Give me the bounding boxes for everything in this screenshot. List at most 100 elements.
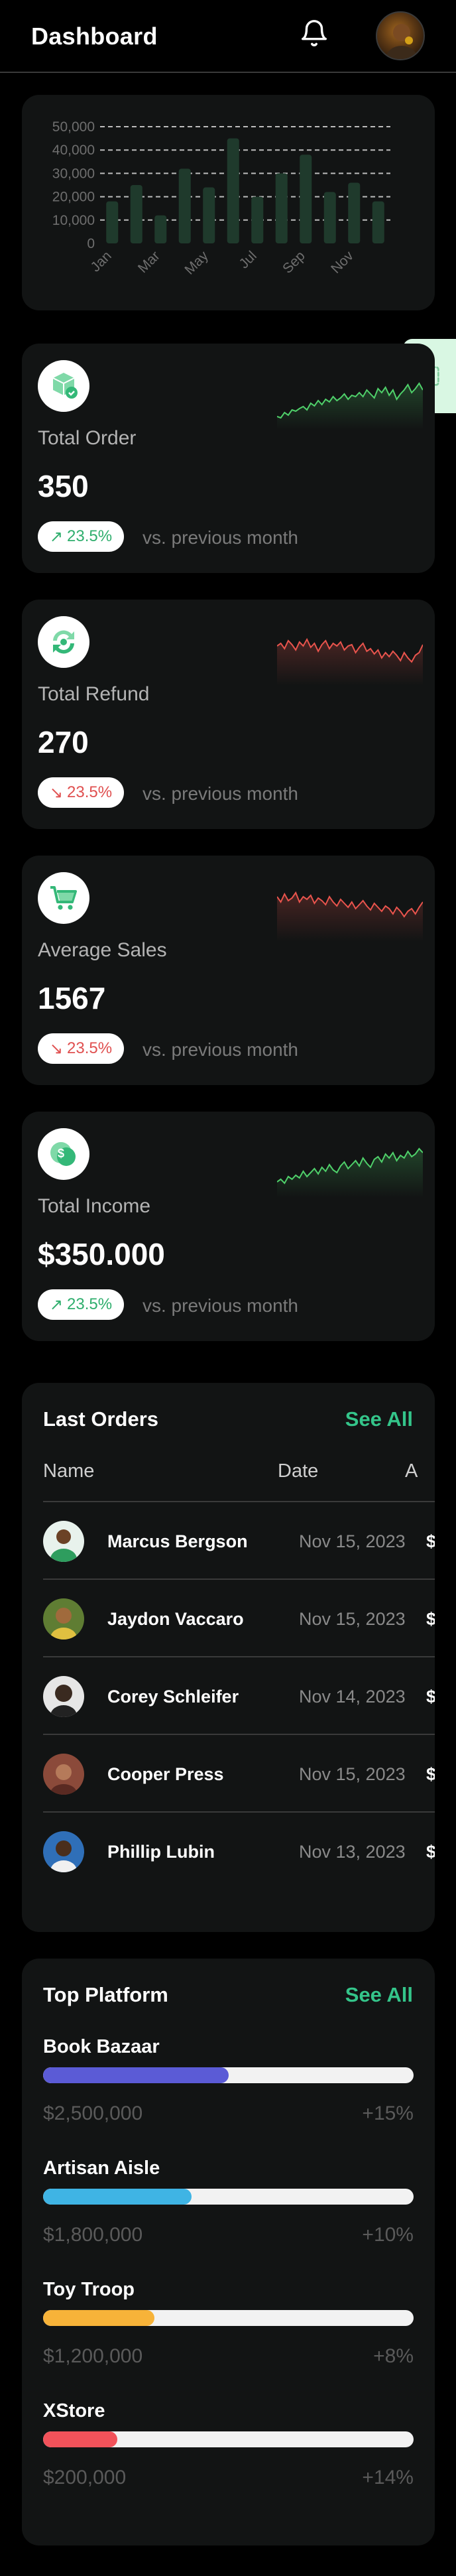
- sparkline-area: [277, 639, 423, 686]
- trend-badge: ↗ 23.5%: [38, 521, 124, 552]
- bar[interactable]: [348, 182, 361, 243]
- trend-badge: ↘ 23.5%: [38, 777, 124, 808]
- platform-amount: $2,500,000: [43, 2102, 143, 2124]
- top-platform-card: Top Platform See All Book Bazaar $2,500,…: [22, 1959, 435, 2545]
- bar[interactable]: [130, 185, 142, 243]
- bell-icon[interactable]: [299, 19, 329, 49]
- box-check-icon: [38, 360, 89, 412]
- platform-name: Artisan Aisle: [43, 2157, 160, 2179]
- progress-track: [43, 2431, 414, 2447]
- trend-badge: ↘ 23.5%: [38, 1033, 124, 1064]
- stat-value: $350.000: [38, 1237, 165, 1271]
- column-header-name[interactable]: Name: [43, 1460, 94, 1482]
- avatar: [43, 1676, 84, 1717]
- section-title: Last Orders: [43, 1407, 159, 1431]
- avatar: [43, 1598, 84, 1640]
- avatar: [43, 1754, 84, 1795]
- stat-card-total-income: $ Total Income $350.000 ↗ 23.5% vs. previ…: [22, 1112, 435, 1341]
- bar[interactable]: [323, 192, 336, 243]
- order-date: Nov 15, 2023: [299, 1609, 406, 1629]
- last-orders-card: Last Orders See All Name Date A Marcus B…: [22, 1383, 435, 1932]
- y-tick-label: 10,000: [52, 213, 95, 228]
- bar[interactable]: [203, 187, 215, 243]
- bar[interactable]: [227, 138, 239, 243]
- x-tick-label: Mar: [135, 248, 163, 276]
- sales-chart-card: 50,000 40,000 30,000 20,000 10,000 0 Jan Mar May…: [22, 95, 435, 310]
- see-all-orders-link[interactable]: See All: [345, 1407, 413, 1431]
- bar[interactable]: [106, 201, 119, 243]
- y-tick-label: 30,000: [52, 166, 95, 181]
- trend-up-icon: ↗: [49, 527, 64, 546]
- order-date: Nov 13, 2023: [299, 1842, 406, 1862]
- trend-down-icon: ↘: [49, 1039, 64, 1058]
- comparison-note: vs. previous month: [142, 1295, 298, 1316]
- order-date: Nov 14, 2023: [299, 1687, 406, 1707]
- section-title: Top Platform: [43, 1983, 168, 2006]
- order-amount: $: [426, 1609, 435, 1629]
- platform-change: +14%: [362, 2467, 414, 2488]
- table-row[interactable]: Cooper Press Nov 15, 2023 $: [43, 1735, 435, 1813]
- page-title: Dashboard: [31, 23, 158, 50]
- bar[interactable]: [178, 168, 191, 243]
- comparison-note: vs. previous month: [142, 527, 298, 548]
- x-tick-label: Jan: [88, 248, 115, 275]
- sparkline-total-order: [277, 382, 423, 430]
- progress-fill: [43, 2067, 229, 2083]
- sparkline-total-refund: [277, 637, 423, 686]
- x-tick-label: Sep: [280, 248, 308, 277]
- stat-card-average-sales: Average Sales 1567 ↘ 23.5% vs. previous m…: [22, 856, 435, 1085]
- shopping-cart-icon: [38, 872, 89, 924]
- customer-name: Phillip Lubin: [107, 1842, 215, 1862]
- trend-up-icon: ↗: [49, 1295, 64, 1314]
- stat-card-total-refund: Total Refund 270 ↘ 23.5% vs. previous mon…: [22, 600, 435, 829]
- column-header-date[interactable]: Date: [278, 1460, 318, 1482]
- y-tick-label: 40,000: [52, 143, 95, 158]
- stat-value: 1567: [38, 981, 106, 1015]
- trend-badge: ↗ 23.5%: [38, 1289, 124, 1320]
- sparkline-area: [277, 383, 423, 430]
- comparison-note: vs. previous month: [142, 1039, 298, 1060]
- order-date: Nov 15, 2023: [299, 1531, 406, 1551]
- table-row[interactable]: Marcus Bergson Nov 15, 2023 $: [43, 1502, 435, 1580]
- comparison-note: vs. previous month: [142, 783, 298, 804]
- bar[interactable]: [275, 173, 288, 243]
- avatar: [43, 1831, 84, 1872]
- sparkline-average-sales: [277, 891, 423, 942]
- progress-track: [43, 2067, 414, 2083]
- order-amount: $: [426, 1531, 435, 1551]
- bar[interactable]: [154, 215, 167, 243]
- x-tick-label: May: [182, 248, 211, 278]
- stat-label: Total Order: [38, 427, 137, 449]
- order-date: Nov 15, 2023: [299, 1764, 406, 1784]
- bar-chart: 50,000 40,000 30,000 20,000 10,000 0Jan Mar May…: [52, 119, 390, 278]
- column-header-amount[interactable]: A: [405, 1460, 418, 1482]
- stat-card-total-order: Total Order 350 ↗ 23.5% vs. previous mont…: [22, 344, 435, 573]
- bar[interactable]: [372, 201, 384, 243]
- see-all-platforms-link[interactable]: See All: [345, 1983, 413, 2007]
- avatar: [43, 1521, 84, 1562]
- bar[interactable]: [300, 155, 312, 243]
- progress-track: [43, 2310, 414, 2326]
- stat-label: Total Income: [38, 1195, 151, 1217]
- dollar-coin-icon: $: [38, 1128, 89, 1180]
- progress-track: [43, 2189, 414, 2205]
- y-tick-label: 0: [87, 236, 95, 251]
- platform-change: +8%: [373, 2345, 414, 2367]
- stat-value: 350: [38, 469, 89, 503]
- y-tick-label: 50,000: [52, 119, 95, 135]
- table-row[interactable]: Corey Schleifer Nov 14, 2023 $: [43, 1657, 435, 1735]
- y-tick-label: 20,000: [52, 190, 95, 205]
- order-amount: $: [426, 1687, 435, 1707]
- order-amount: $: [426, 1764, 435, 1784]
- stat-value: 270: [38, 725, 89, 759]
- svg-text:$: $: [58, 1147, 64, 1160]
- x-tick-label: Nov: [328, 248, 357, 277]
- bar[interactable]: [251, 196, 264, 243]
- sparkline-total-income: [277, 1147, 423, 1198]
- table-row[interactable]: Phillip Lubin Nov 13, 2023 $: [43, 1813, 435, 1890]
- customer-name: Marcus Bergson: [107, 1531, 248, 1551]
- table-row[interactable]: Jaydon Vaccaro Nov 15, 2023 $: [43, 1580, 435, 1657]
- user-avatar[interactable]: [376, 11, 425, 60]
- platform-name: Toy Troop: [43, 2279, 135, 2300]
- customer-name: Cooper Press: [107, 1764, 224, 1784]
